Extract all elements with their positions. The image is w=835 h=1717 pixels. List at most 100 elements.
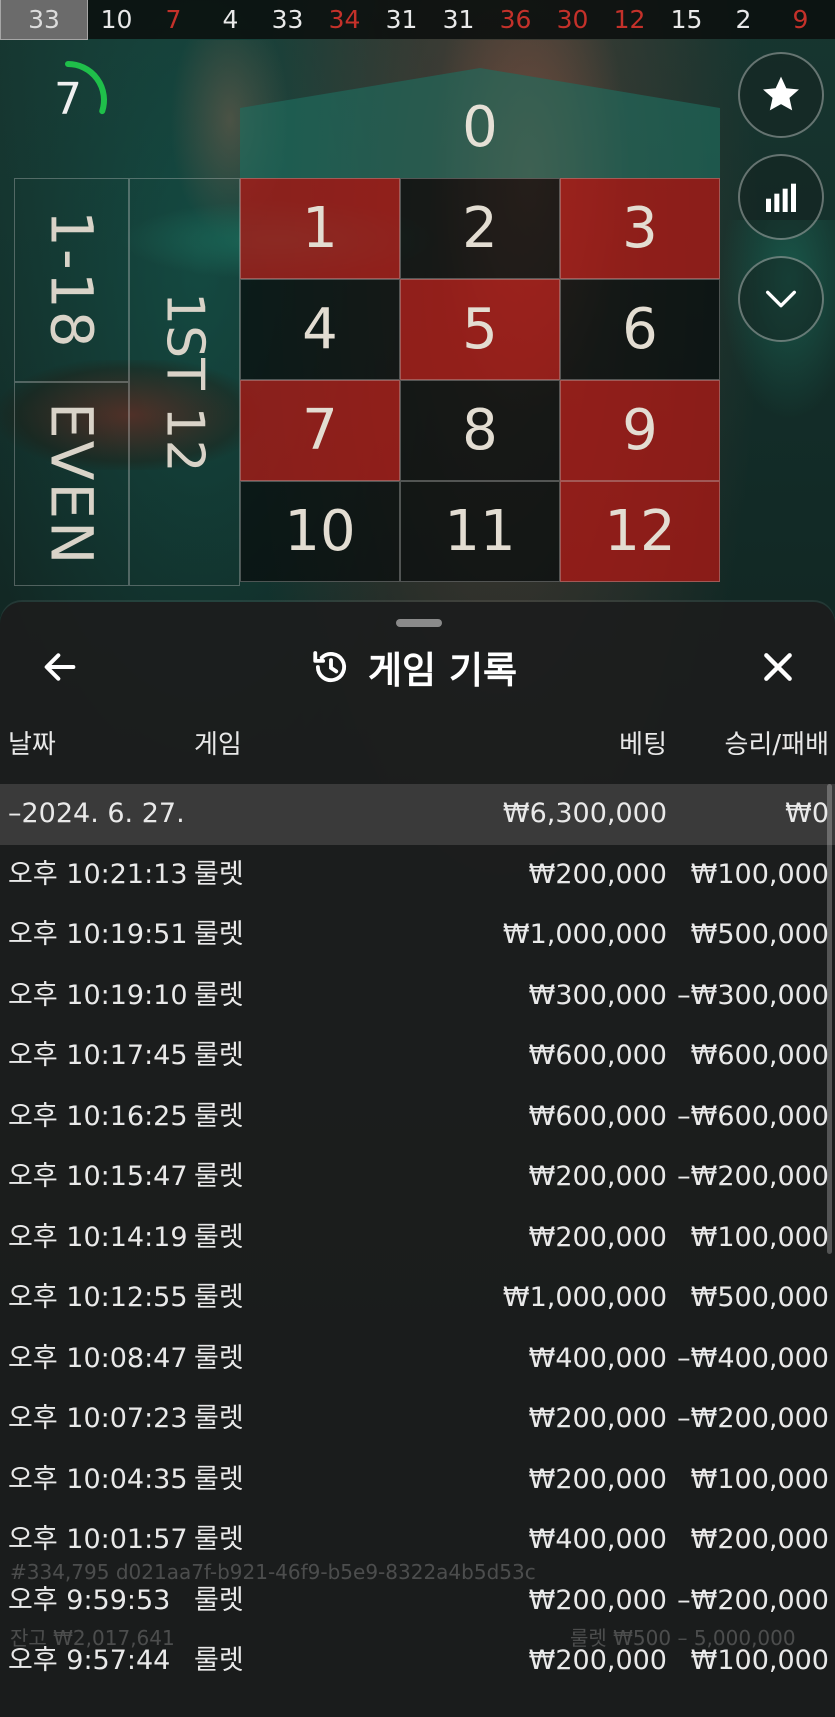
- column-header-win-loss: 승리/패배: [724, 730, 829, 760]
- row-game: 룰렛: [194, 1221, 244, 1253]
- row-bet: ₩200,000: [528, 858, 667, 890]
- bet-cell-8[interactable]: 8: [400, 380, 560, 481]
- session-id-ghost: #334,795 d021aa7f-b921-46f9-b5e9-8322a4b…: [10, 1560, 536, 1584]
- bet-cell-12[interactable]: 12: [560, 481, 720, 582]
- row-bet: ₩1,000,000: [502, 1282, 667, 1313]
- row-time: 오후 10:14:19: [8, 1221, 188, 1253]
- close-button[interactable]: [752, 643, 804, 691]
- latest-result: 33: [0, 0, 88, 40]
- history-row[interactable]: 오후 10:07:23 룰렛 ₩200,000 –₩200,000: [0, 1389, 835, 1450]
- row-game: 룰렛: [194, 1463, 244, 1495]
- row-time: 오후 10:21:13: [8, 858, 188, 890]
- bet-cell-4[interactable]: 4: [240, 279, 400, 380]
- bet-cell-10[interactable]: 10: [240, 481, 400, 582]
- scrollbar[interactable]: [827, 784, 832, 1254]
- history-result: 31: [385, 5, 418, 34]
- history-result: 36: [499, 5, 532, 34]
- bet-even[interactable]: EVEN: [14, 382, 129, 586]
- close-icon: [764, 653, 792, 681]
- bet-1-18[interactable]: 1-18: [14, 178, 129, 382]
- bet-cell-11[interactable]: 11: [400, 481, 560, 582]
- bet-cell-7[interactable]: 7: [240, 380, 400, 481]
- history-row[interactable]: 오후 10:21:13 룰렛 ₩200,000 ₩100,000: [0, 845, 835, 906]
- chevron-down-icon: [766, 290, 796, 308]
- history-result: 31: [442, 5, 475, 34]
- row-win-loss: –₩600,000: [677, 1100, 829, 1132]
- row-win-loss: –₩300,000: [677, 979, 829, 1011]
- game-history-panel: 게임 기록 날짜 게임 베팅 승리/패배 –2024. 6. 27. ₩6,30…: [0, 602, 835, 1717]
- statistics-button[interactable]: [738, 154, 824, 240]
- bet-cell-1[interactable]: 1: [240, 178, 400, 279]
- history-result: 4: [222, 5, 239, 34]
- history-result: 7: [165, 5, 182, 34]
- row-game: 룰렛: [194, 1403, 244, 1434]
- history-row[interactable]: 오후 10:16:25 룰렛 ₩600,000 –₩600,000: [0, 1087, 835, 1148]
- bet-cell-zero[interactable]: 0: [240, 68, 720, 178]
- row-bet: ₩200,000: [528, 1161, 667, 1192]
- arrow-left-icon: [44, 653, 76, 681]
- history-row[interactable]: 오후 10:19:10 룰렛 ₩300,000 –₩300,000: [0, 966, 835, 1027]
- column-header-game: 게임: [194, 730, 242, 760]
- history-result: 34: [328, 5, 361, 34]
- history-result: 10: [100, 5, 133, 34]
- row-time: 오후 10:08:47: [8, 1342, 188, 1374]
- history-result: 15: [670, 5, 703, 34]
- row-game: 룰렛: [194, 1040, 244, 1071]
- row-time: 오후 10:15:47: [8, 1161, 188, 1192]
- back-button[interactable]: [36, 643, 84, 691]
- row-game: 룰렛: [194, 1342, 244, 1374]
- history-row[interactable]: 오후 10:14:19 룰렛 ₩200,000 ₩100,000: [0, 1208, 835, 1269]
- stats-icon: [766, 183, 796, 212]
- date-summary-row[interactable]: –2024. 6. 27. ₩6,300,000 ₩0: [0, 784, 835, 845]
- bet-cell-6[interactable]: 6: [560, 279, 720, 380]
- history-row[interactable]: 오후 10:19:51 룰렛 ₩1,000,000 ₩500,000: [0, 905, 835, 966]
- history-result: 12: [613, 5, 646, 34]
- row-bet: ₩400,000: [528, 1342, 667, 1374]
- panel-header: 게임 기록: [0, 637, 835, 697]
- row-game: 룰렛: [194, 979, 244, 1011]
- row-bet: ₩600,000: [528, 1040, 667, 1071]
- row-win-loss: ₩600,000: [690, 1040, 829, 1071]
- row-time: 오후 10:19:51: [8, 919, 188, 950]
- timer-seconds: 7: [54, 74, 82, 125]
- row-win-loss: ₩100,000: [690, 1221, 829, 1253]
- summary-bet: ₩6,300,000: [502, 798, 667, 829]
- favorite-button[interactable]: [738, 52, 824, 138]
- limits-ghost: 룰렛 ₩500 – 5,000,000: [570, 1626, 796, 1650]
- bet-cell-5[interactable]: 5: [400, 279, 560, 380]
- row-bet: ₩200,000: [528, 1221, 667, 1253]
- summary-date: –2024. 6. 27.: [8, 798, 185, 829]
- row-win-loss: –₩200,000: [677, 1161, 829, 1192]
- row-win-loss: –₩200,000: [677, 1403, 829, 1434]
- history-list: –2024. 6. 27. ₩6,300,000 ₩0 오후 10:21:13 룰…: [0, 784, 835, 1692]
- row-game: 룰렛: [194, 1100, 244, 1132]
- bet-cell-9[interactable]: 9: [560, 380, 720, 481]
- star-icon: [763, 76, 799, 111]
- bet-cell-3[interactable]: 3: [560, 178, 720, 279]
- history-result: 30: [556, 5, 589, 34]
- row-game: 룰렛: [194, 1161, 244, 1192]
- summary-win: ₩0: [785, 798, 829, 829]
- countdown-timer: 7: [48, 52, 118, 152]
- row-bet: ₩200,000: [528, 1403, 667, 1434]
- history-result: 33: [271, 5, 304, 34]
- bet-first-dozen-label: 1ST 12: [154, 291, 215, 473]
- result-history-strip: 33 10 7 4 33 34 31 31 36 30 12 15 2 9: [0, 0, 835, 40]
- row-win-loss: –₩400,000: [677, 1342, 829, 1374]
- row-win-loss: ₩100,000: [690, 1463, 829, 1495]
- history-row[interactable]: 오후 10:12:55 룰렛 ₩1,000,000 ₩500,000: [0, 1268, 835, 1329]
- history-row[interactable]: 오후 10:17:45 룰렛 ₩600,000 ₩600,000: [0, 1026, 835, 1087]
- bet-cell-2[interactable]: 2: [400, 178, 560, 279]
- row-win-loss: ₩500,000: [690, 1282, 829, 1313]
- bet-first-dozen[interactable]: 1ST 12: [129, 178, 240, 586]
- bet-cell-zero-label: 0: [462, 94, 498, 160]
- drag-handle[interactable]: [396, 619, 442, 627]
- history-row[interactable]: 오후 10:08:47 룰렛 ₩400,000 –₩400,000: [0, 1329, 835, 1390]
- history-icon: [313, 651, 347, 683]
- collapse-button[interactable]: [738, 256, 824, 342]
- history-row[interactable]: 오후 10:15:47 룰렛 ₩200,000 –₩200,000: [0, 1147, 835, 1208]
- row-time: 오후 10:04:35: [8, 1463, 188, 1495]
- row-game: 룰렛: [194, 919, 244, 950]
- history-row[interactable]: 오후 10:04:35 룰렛 ₩200,000 ₩100,000: [0, 1450, 835, 1511]
- row-game: 룰렛: [194, 1282, 244, 1313]
